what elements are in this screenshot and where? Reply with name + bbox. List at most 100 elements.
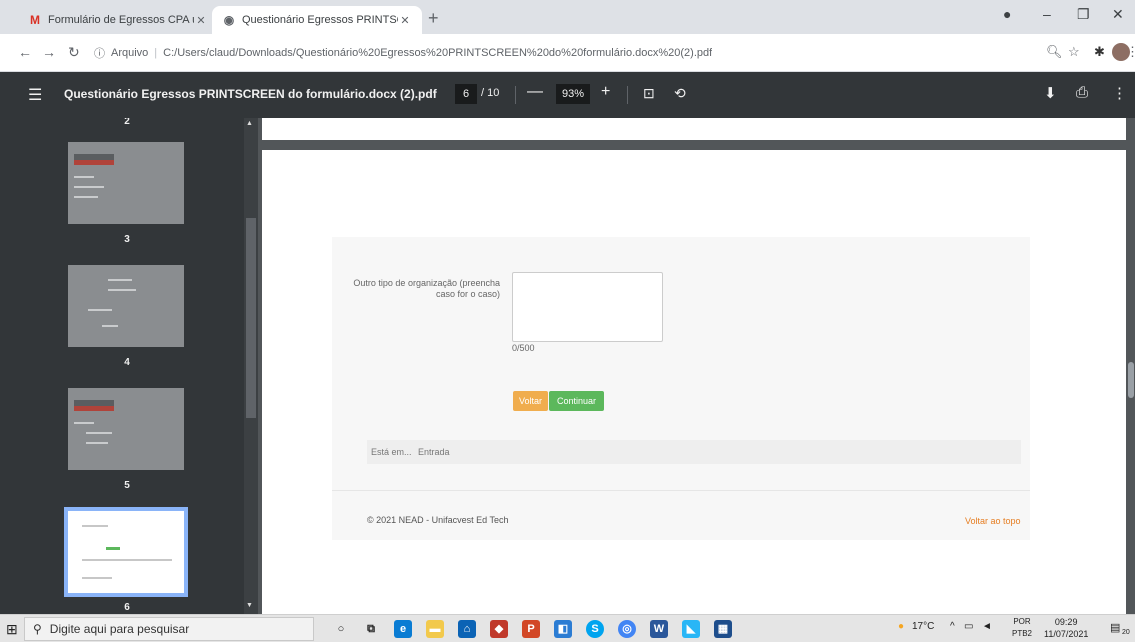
weather-temp[interactable]: 17°C — [912, 621, 934, 632]
windows-start-icon[interactable]: ⊞ — [6, 621, 18, 638]
close-window-button[interactable]: ✕ — [1112, 6, 1124, 23]
thumb-line — [82, 577, 112, 579]
thumb-line — [102, 325, 118, 327]
sidebar-scroll-thumb[interactable] — [246, 218, 256, 418]
address-bar[interactable]: ⓘ Arquivo | C:/Users/claud/Downloads/Que… — [94, 40, 1034, 66]
edge-icon[interactable]: e — [394, 620, 412, 638]
skype-icon[interactable]: S — [586, 620, 604, 638]
tray-chevron-icon[interactable]: ^ — [950, 621, 955, 632]
notification-count: 20 — [1122, 629, 1130, 636]
back-icon[interactable]: ← — [18, 44, 32, 60]
thumbnail-label: 4 — [124, 357, 130, 368]
thumb-line — [82, 559, 172, 561]
scroll-up-icon[interactable]: ▲ — [246, 120, 253, 127]
zoom-in-button[interactable]: + — [601, 83, 610, 101]
powerpoint-icon[interactable]: P — [522, 620, 540, 638]
globe-icon: ◉ — [223, 13, 235, 27]
thumb-line — [86, 432, 112, 434]
menu-dots-icon[interactable]: ⋮ — [1126, 44, 1135, 60]
new-tab-button[interactable]: + — [428, 8, 439, 29]
zoom-icon[interactable]: 🔍︎ — [1046, 44, 1063, 60]
hamburger-menu-icon[interactable]: ☰ — [28, 85, 42, 105]
word-icon[interactable]: W — [650, 620, 668, 638]
close-tab-icon[interactable]: ✕ — [194, 14, 208, 27]
address-row: ← → ↻ ⓘ Arquivo | C:/Users/claud/Downloa… — [0, 34, 1135, 72]
pdf-toolbar: ☰ Questionário Egressos PRINTSCREEN do f… — [0, 72, 1135, 118]
thumb-line — [74, 186, 104, 188]
taskbar-search[interactable]: ⚲ Digite aqui para pesquisar — [24, 617, 314, 641]
zoom-out-button[interactable]: — — [527, 83, 543, 101]
app-icon[interactable]: ◣ — [682, 620, 700, 638]
back-to-top-link[interactable]: Voltar ao topo — [965, 516, 1021, 526]
toolbar-divider — [515, 86, 516, 104]
gmail-icon: M — [30, 13, 40, 27]
forward-icon[interactable]: → — [42, 44, 56, 60]
char-counter: 0/500 — [512, 343, 535, 353]
toolbar-divider — [627, 86, 628, 104]
tab-title: Formulário de Egressos CPA unifi — [48, 14, 194, 26]
language-indicator[interactable]: POR PTB2 — [1012, 616, 1032, 640]
file-explorer-icon[interactable]: ▬ — [426, 620, 444, 638]
star-icon[interactable]: ☆ — [1068, 44, 1080, 60]
search-placeholder: Digite aqui para pesquisar — [49, 622, 190, 636]
thumbnail-page-3[interactable] — [68, 142, 184, 224]
extensions-icon[interactable]: ✱ — [1094, 44, 1105, 60]
app-icon[interactable]: ◧ — [554, 620, 572, 638]
fit-page-icon[interactable]: ⊡ — [643, 85, 655, 102]
clock[interactable]: 09:29 11/07/2021 — [1044, 616, 1088, 640]
tab-title: Questionário Egressos PRINTSCE — [242, 14, 398, 26]
previous-page — [262, 118, 1126, 140]
photos-icon[interactable]: ▦ — [714, 620, 732, 638]
clock-time: 09:29 — [1054, 617, 1078, 627]
thumb-logo — [74, 160, 114, 165]
thumbnail-page-4[interactable] — [68, 265, 184, 347]
address-separator: | — [154, 47, 158, 59]
thumb-line — [74, 196, 98, 198]
cortana-icon[interactable]: ○ — [332, 620, 350, 638]
scroll-down-icon[interactable]: ▼ — [246, 602, 253, 609]
info-icon[interactable]: ⓘ — [94, 45, 105, 61]
chrome-icon[interactable]: ◎ — [618, 620, 636, 638]
close-tab-icon[interactable]: ✕ — [398, 14, 412, 27]
task-view-icon[interactable]: ⧉ — [362, 620, 380, 638]
search-icon: ⚲ — [33, 622, 42, 636]
thumbnail-label: 5 — [124, 480, 130, 491]
continuar-button[interactable]: Continuar — [549, 391, 604, 411]
breadcrumb-item[interactable]: Entrada — [418, 447, 450, 457]
network-icon[interactable]: ▭ — [964, 621, 973, 632]
language-bottom: PTB2 — [1012, 629, 1033, 638]
zoom-input[interactable]: 93% — [556, 84, 590, 104]
thumb-line — [108, 289, 136, 291]
app-icon[interactable]: ◆ — [490, 620, 508, 638]
weather-icon: ● — [898, 621, 905, 632]
organization-textarea[interactable] — [512, 272, 663, 342]
copyright-text: © 2021 NEAD - Unifacvest Ed Tech — [367, 515, 509, 525]
minimize-button[interactable]: – — [1043, 6, 1051, 22]
pdf-title: Questionário Egressos PRINTSCREEN do for… — [64, 87, 437, 101]
maximize-button[interactable]: ❐ — [1077, 6, 1090, 23]
profile-dot-icon[interactable]: ● — [1003, 6, 1011, 22]
page-count: / 10 — [481, 87, 500, 99]
tab-questionario[interactable]: ◉ Questionário Egressos PRINTSCE ✕ — [212, 6, 422, 34]
scheme-label: Arquivo — [111, 47, 149, 59]
rotate-icon[interactable]: ⟲ — [674, 85, 686, 102]
page-number-input[interactable]: 6 — [455, 84, 477, 104]
notification-icon[interactable]: ▤ — [1110, 621, 1120, 634]
download-icon[interactable]: ⬇ — [1044, 84, 1057, 102]
breadcrumb: Está em... Entrada — [367, 440, 1021, 464]
thumbnail-label: 2 — [124, 118, 130, 127]
document-scroll-thumb[interactable] — [1128, 362, 1134, 398]
print-icon[interactable]: ⎙ — [1076, 84, 1088, 101]
volume-icon[interactable]: ◄ — [982, 621, 992, 632]
thumb-line — [74, 176, 94, 178]
thumbnail-page-6[interactable] — [64, 507, 188, 597]
store-icon[interactable]: ⌂ — [458, 620, 476, 638]
tab-strip: M Formulário de Egressos CPA unifi ✕ ◉ Q… — [0, 0, 1135, 34]
thumb-line — [108, 279, 132, 281]
more-options-icon[interactable]: ⋮ — [1112, 84, 1127, 102]
thumbnail-page-5[interactable] — [68, 388, 184, 470]
voltar-button[interactable]: Voltar — [513, 391, 548, 411]
clock-date: 11/07/2021 — [1044, 629, 1089, 639]
reload-icon[interactable]: ↻ — [68, 44, 80, 61]
tab-formulario[interactable]: M Formulário de Egressos CPA unifi ✕ — [18, 6, 218, 34]
